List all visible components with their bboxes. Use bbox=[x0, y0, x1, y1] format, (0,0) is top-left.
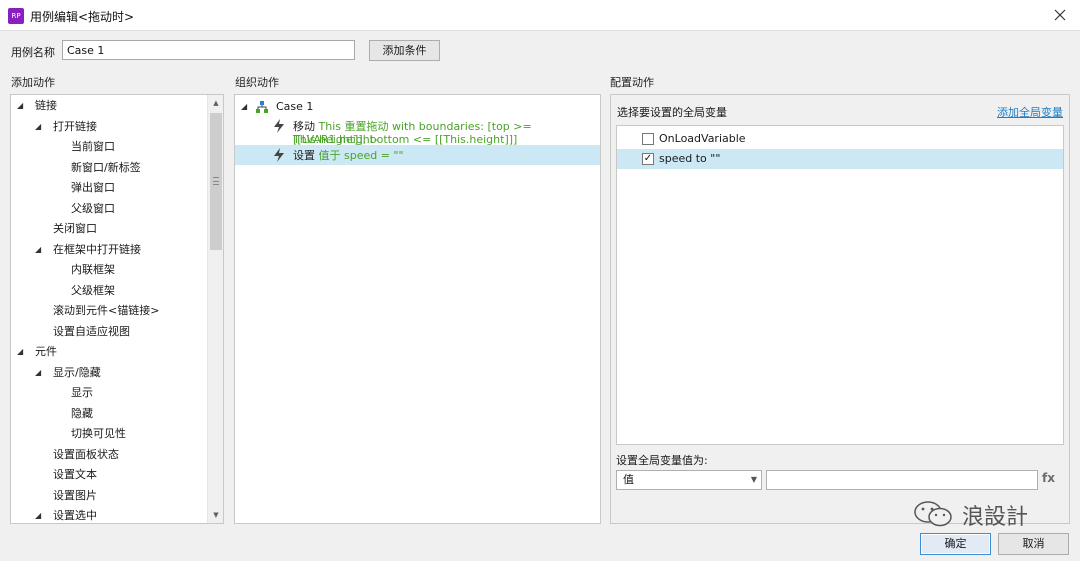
case-tree-icon bbox=[256, 101, 268, 113]
tree-item-label: 关闭窗口 bbox=[53, 222, 97, 235]
global-variable-list: OnLoadVariable ✓ speed to "" bbox=[616, 125, 1064, 445]
select-global-variable-label: 选择要设置的全局变量 bbox=[617, 106, 727, 119]
tree-item-label: 链接 bbox=[35, 99, 57, 112]
expand-icon[interactable]: ◢ bbox=[17, 342, 23, 362]
add-action-heading: 添加动作 bbox=[11, 76, 55, 89]
tree-item[interactable]: 滚动到元件<锚链接> bbox=[11, 301, 207, 321]
tree-item-label: 父级框架 bbox=[71, 283, 115, 297]
tree-item[interactable]: 父级框架 bbox=[11, 281, 207, 301]
variable-checkbox[interactable]: ✓ bbox=[642, 153, 654, 165]
action-item-set[interactable]: 设置 值于 speed = "" bbox=[235, 145, 600, 165]
action-set-verb: 设置 bbox=[293, 149, 315, 162]
watermark-text: 浪設計 bbox=[962, 505, 1029, 530]
action-tree-scrollbar[interactable]: ▲ ▼ bbox=[207, 95, 223, 523]
tree-item-label: 隐藏 bbox=[71, 406, 93, 420]
scroll-down-icon[interactable]: ▼ bbox=[208, 507, 223, 523]
tree-item[interactable]: 新窗口/新标签 bbox=[11, 158, 207, 178]
expand-icon[interactable]: ◢ bbox=[35, 240, 41, 260]
title-bar: RP 用例编辑<拖动时> bbox=[0, 0, 1080, 31]
tree-item-label: 切换可见性 bbox=[71, 427, 126, 440]
app-icon: RP bbox=[8, 8, 24, 24]
tree-item[interactable]: 当前窗口 bbox=[11, 137, 207, 157]
case-label: Case 1 bbox=[276, 100, 314, 113]
cancel-button[interactable]: 取消 bbox=[998, 533, 1069, 555]
expand-icon[interactable]: ◢ bbox=[35, 506, 41, 523]
add-condition-button[interactable]: 添加条件 bbox=[369, 40, 440, 61]
variable-label: speed to "" bbox=[659, 152, 721, 165]
expand-icon[interactable]: ◢ bbox=[35, 117, 41, 137]
tree-item[interactable]: 切换可见性 bbox=[11, 424, 207, 444]
expand-icon: ◢ bbox=[241, 102, 248, 111]
tree-item-label: 打开链接 bbox=[53, 119, 97, 133]
value-type-select[interactable]: 值 ▼ bbox=[616, 470, 762, 490]
tree-item-label: 设置文本 bbox=[53, 468, 97, 481]
action-move-verb: 移动 bbox=[293, 120, 315, 133]
tree-item[interactable]: ◢ 打开链接 bbox=[11, 117, 207, 137]
tree-item[interactable]: ◢ 显示/隐藏 bbox=[11, 363, 207, 383]
tree-item[interactable]: ◢ 链接 bbox=[11, 96, 207, 116]
window-title: 用例编辑<拖动时> bbox=[30, 10, 135, 24]
tree-item[interactable]: 弹出窗口 bbox=[11, 178, 207, 198]
tree-item[interactable]: 隐藏 bbox=[11, 404, 207, 424]
value-input[interactable] bbox=[766, 470, 1038, 490]
scroll-thumb[interactable] bbox=[210, 113, 222, 250]
tree-item-label: 新窗口/新标签 bbox=[71, 160, 141, 174]
organize-action-panel: ◢ Case 1 移动 This 重置拖动 with boundaries: [… bbox=[234, 94, 601, 524]
lightning-icon bbox=[274, 119, 284, 133]
configure-action-panel: 选择要设置的全局变量 添加全局变量 OnLoadVariable ✓ speed… bbox=[610, 94, 1070, 524]
add-action-panel: ◢ 链接 ◢ 打开链接当前窗口新窗口/新标签 弹出窗口父级窗口关闭窗口 ◢ 在框架中打开链接… bbox=[10, 94, 224, 524]
grip-icon bbox=[213, 177, 219, 185]
scroll-up-icon[interactable]: ▲ bbox=[208, 95, 223, 111]
tree-item[interactable]: 设置文本 bbox=[11, 465, 207, 485]
case-name-input[interactable] bbox=[62, 40, 355, 60]
action-set-detail: 值于 speed = "" bbox=[318, 149, 404, 162]
close-button[interactable] bbox=[1048, 4, 1072, 26]
variable-checkbox[interactable] bbox=[642, 133, 654, 145]
tree-item[interactable]: ◢ 设置选中 bbox=[11, 506, 207, 523]
tree-item-label: 元件 bbox=[35, 345, 57, 358]
configure-action-heading: 配置动作 bbox=[610, 76, 654, 89]
chevron-down-icon: ▼ bbox=[750, 475, 757, 484]
tree-item-label: 设置面板状态 bbox=[53, 447, 119, 461]
variable-row-speed[interactable]: ✓ speed to "" bbox=[617, 149, 1063, 169]
tree-item-label: 显示 bbox=[71, 386, 93, 399]
fx-button[interactable]: fx bbox=[1042, 471, 1055, 485]
tree-item-label: 设置选中 bbox=[53, 509, 97, 522]
set-value-label: 设置全局变量值为: bbox=[616, 454, 708, 467]
tree-item-label: 显示/隐藏 bbox=[53, 365, 101, 379]
expand-icon[interactable]: ◢ bbox=[17, 96, 23, 116]
tree-item[interactable]: 父级窗口 bbox=[11, 199, 207, 219]
case-name-label: 用例名称 bbox=[11, 46, 55, 59]
tree-item-label: 内联框架 bbox=[71, 263, 115, 276]
wechat-icon bbox=[914, 501, 952, 527]
tree-item[interactable]: 设置图片 bbox=[11, 486, 207, 506]
tree-item[interactable]: ◢ 元件 bbox=[11, 342, 207, 362]
tree-item-label: 设置自适应视图 bbox=[53, 324, 130, 338]
tree-item-label: 当前窗口 bbox=[71, 140, 115, 153]
tree-item[interactable]: 设置面板状态 bbox=[11, 445, 207, 465]
tree-item[interactable]: 内联框架 bbox=[11, 260, 207, 280]
close-icon bbox=[1054, 9, 1066, 21]
tree-item-label: 在框架中打开链接 bbox=[53, 242, 141, 256]
action-item-move[interactable]: 移动 This 重置拖动 with boundaries: [top >= [[… bbox=[235, 117, 600, 146]
expand-icon[interactable]: ◢ bbox=[35, 363, 41, 383]
tree-item[interactable]: 显示 bbox=[11, 383, 207, 403]
tree-item[interactable]: 设置自适应视图 bbox=[11, 322, 207, 342]
variable-row-onloadvariable[interactable]: OnLoadVariable bbox=[617, 129, 1063, 149]
lightning-icon bbox=[274, 148, 284, 162]
ok-button[interactable]: 确定 bbox=[920, 533, 991, 555]
tree-item[interactable]: 关闭窗口 bbox=[11, 219, 207, 239]
tree-item-label: 滚动到元件<锚链接> bbox=[53, 304, 160, 317]
tree-item-label: 弹出窗口 bbox=[71, 181, 115, 194]
tree-item-label: 父级窗口 bbox=[71, 201, 115, 215]
tree-item-label: 设置图片 bbox=[53, 488, 97, 502]
tree-item[interactable]: ◢ 在框架中打开链接 bbox=[11, 240, 207, 260]
case-node[interactable]: ◢ Case 1 bbox=[239, 97, 579, 117]
value-type-selected: 值 bbox=[623, 473, 634, 486]
variable-label: OnLoadVariable bbox=[659, 132, 746, 145]
organize-action-heading: 组织动作 bbox=[235, 76, 279, 89]
add-global-variable-link[interactable]: 添加全局变量 bbox=[997, 104, 1063, 120]
action-set-line: 设置 值于 speed = "" bbox=[293, 149, 404, 162]
